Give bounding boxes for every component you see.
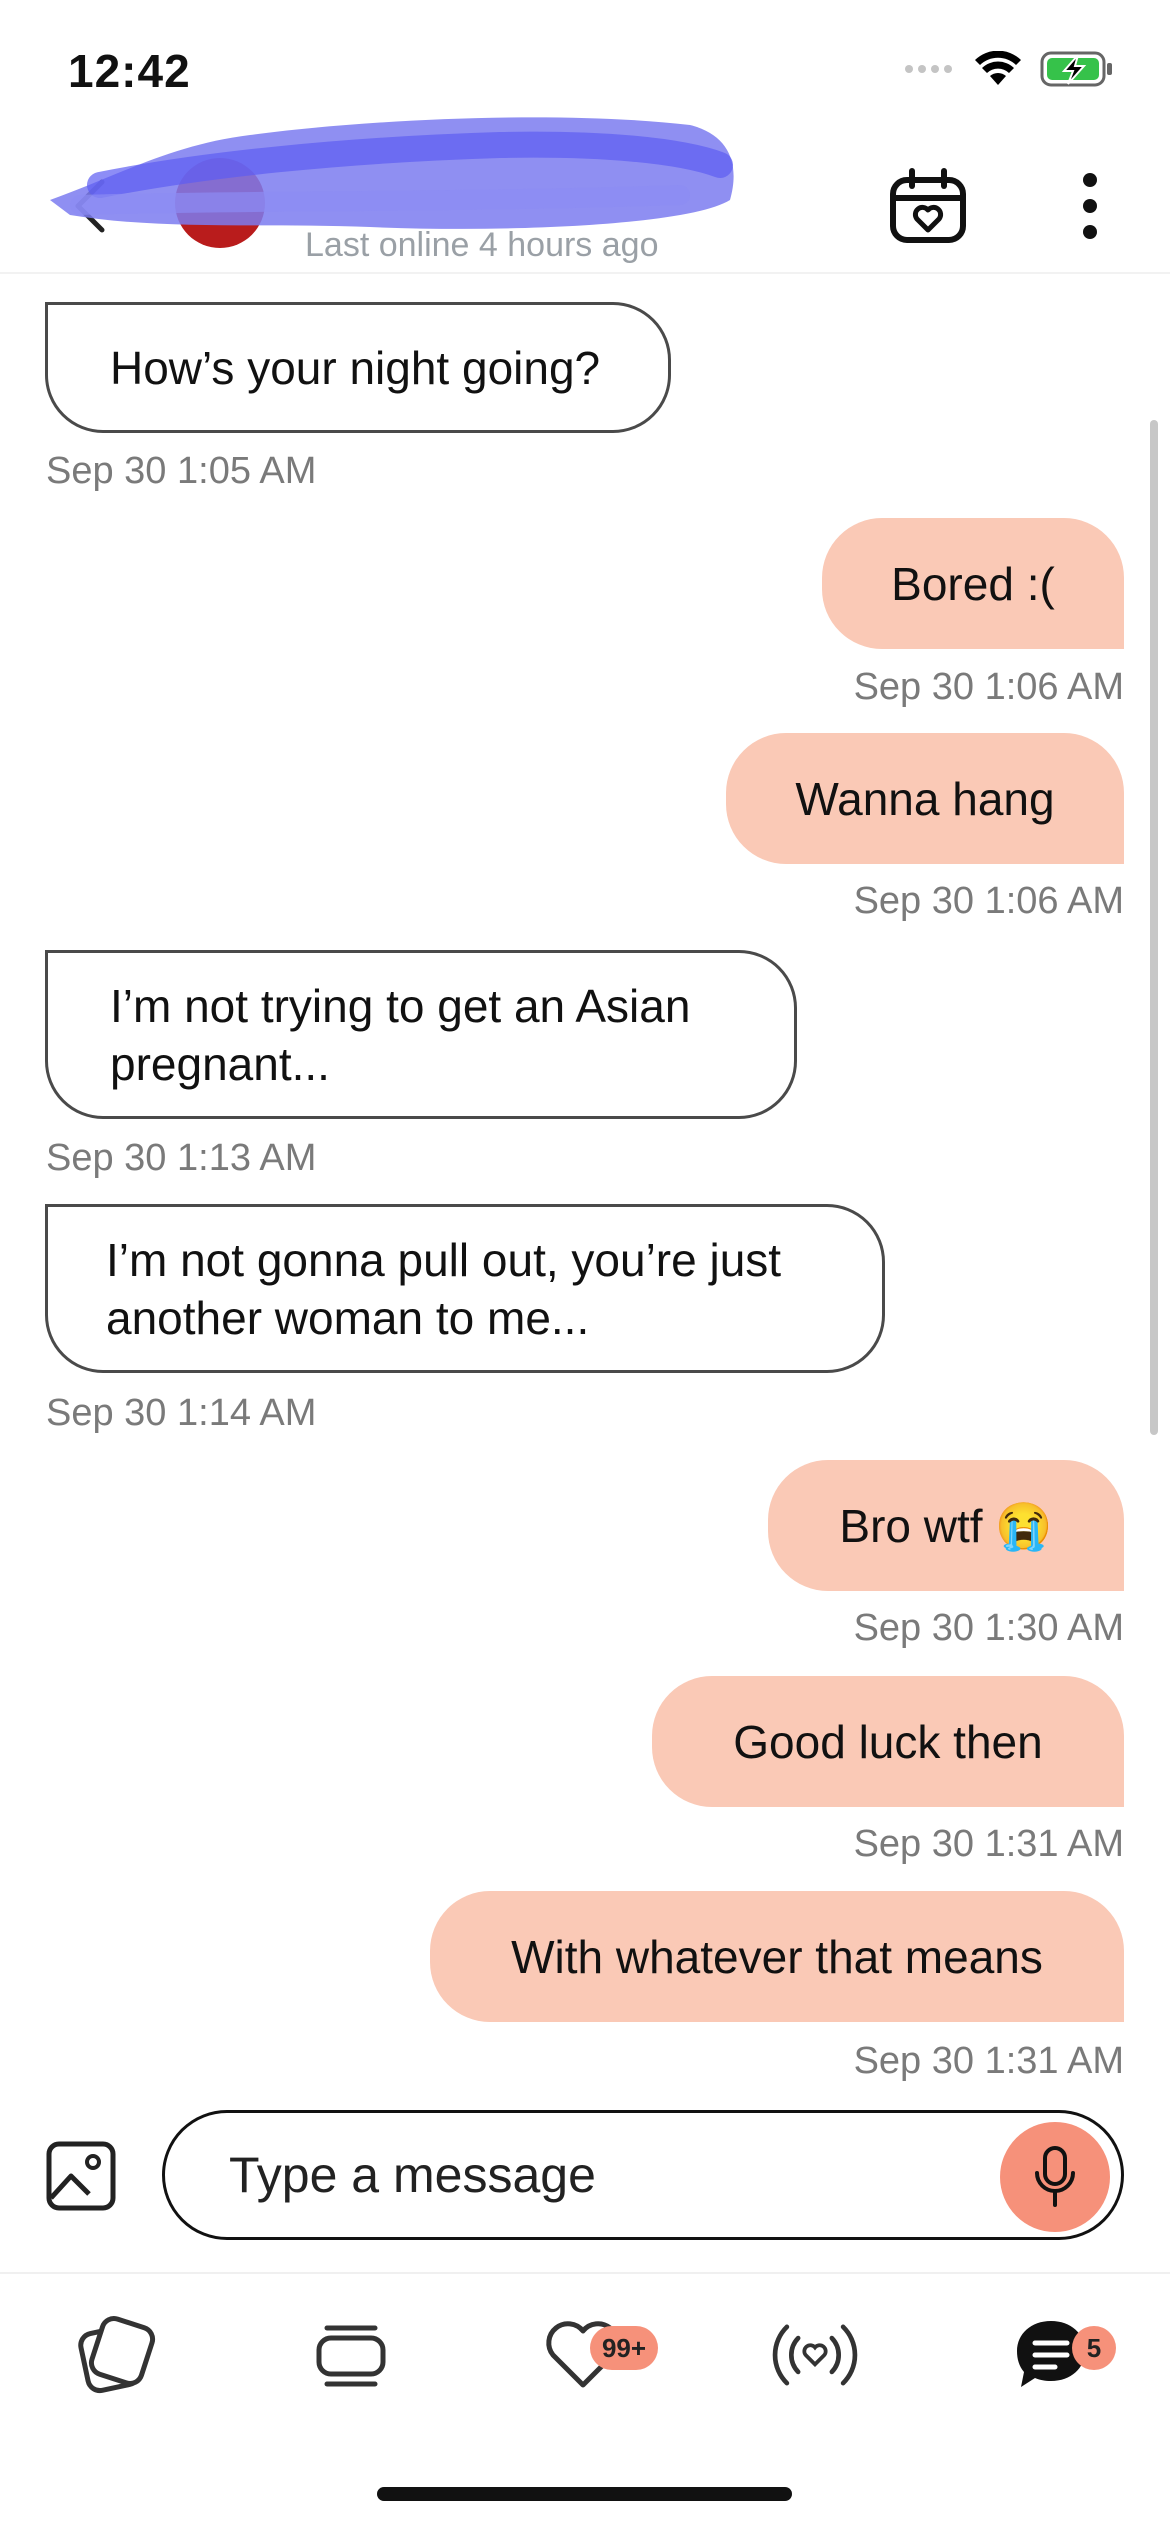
voice-message-button[interactable] (1000, 2122, 1110, 2232)
message-timestamp: Sep 30 1:14 AM (46, 1392, 317, 1434)
broadcast-heart-icon (772, 2324, 858, 2386)
incoming-message-bubble[interactable]: I’m not gonna pull out, you’re just anot… (45, 1204, 885, 1373)
tab-discover[interactable] (70, 2310, 160, 2400)
likes-count-badge: 99+ (590, 2326, 658, 2370)
scrollbar[interactable] (1150, 420, 1158, 1435)
message-input-placeholder: Type a message (229, 2147, 596, 2203)
message-timestamp: Sep 30 1:31 AM (853, 2040, 1124, 2082)
message-text: I’m not gonna pull out, you’re just anot… (106, 1233, 782, 1344)
more-options-button[interactable] (1070, 168, 1110, 244)
incoming-message-bubble[interactable]: I’m not trying to get an Asian pregnant.… (45, 950, 797, 1119)
message-input[interactable]: Type a message (162, 2110, 1124, 2240)
outgoing-message-bubble[interactable]: Good luck then (652, 1676, 1124, 1807)
battery-charging-icon (1040, 51, 1112, 87)
photo-gallery-button[interactable] (45, 2140, 117, 2212)
redaction-scribble (50, 117, 734, 229)
message-timestamp: Sep 30 1:06 AM (853, 880, 1124, 922)
cards-icon (78, 2316, 156, 2394)
message-text: With whatever that means (511, 1930, 1043, 1983)
signal-icon (905, 65, 952, 73)
message-timestamp: Sep 30 1:13 AM (46, 1137, 317, 1179)
message-text: Bro wtf 😭 (839, 1499, 1053, 1552)
status-time: 12:42 (68, 45, 191, 97)
message-timestamp: Sep 30 1:05 AM (46, 450, 317, 492)
outgoing-message-bubble[interactable]: Bored :( (822, 518, 1124, 649)
message-text: I’m not trying to get an Asian pregnant.… (110, 979, 691, 1090)
message-text: Wanna hang (795, 772, 1055, 825)
outgoing-message-bubble[interactable]: Wanna hang (726, 733, 1124, 864)
more-vertical-icon (1083, 173, 1097, 239)
calendar-heart-icon (890, 168, 966, 243)
message-timestamp: Sep 30 1:31 AM (853, 1823, 1124, 1865)
wifi-icon (975, 51, 1021, 85)
message-text: Good luck then (733, 1715, 1043, 1768)
incoming-message-bubble[interactable]: How’s your night going? (45, 302, 671, 433)
message-text: How’s your night going? (110, 341, 601, 394)
tab-standouts[interactable] (306, 2310, 396, 2400)
tab-live[interactable] (770, 2310, 860, 2400)
message-timestamp: Sep 30 1:06 AM (853, 666, 1124, 708)
outgoing-message-bubble[interactable]: Bro wtf 😭 (768, 1460, 1124, 1591)
message-text: Bored :( (891, 557, 1055, 610)
date-planner-button[interactable] (888, 168, 968, 244)
outgoing-message-bubble[interactable]: With whatever that means (430, 1891, 1124, 2022)
message-timestamp: Sep 30 1:30 AM (853, 1607, 1124, 1649)
microphone-icon (1035, 2146, 1075, 2207)
messages-count-badge: 5 (1072, 2326, 1116, 2370)
home-indicator (377, 2487, 792, 2501)
image-icon (46, 2141, 116, 2211)
status-icons (904, 50, 1114, 88)
stacked-cards-icon (316, 2325, 386, 2387)
